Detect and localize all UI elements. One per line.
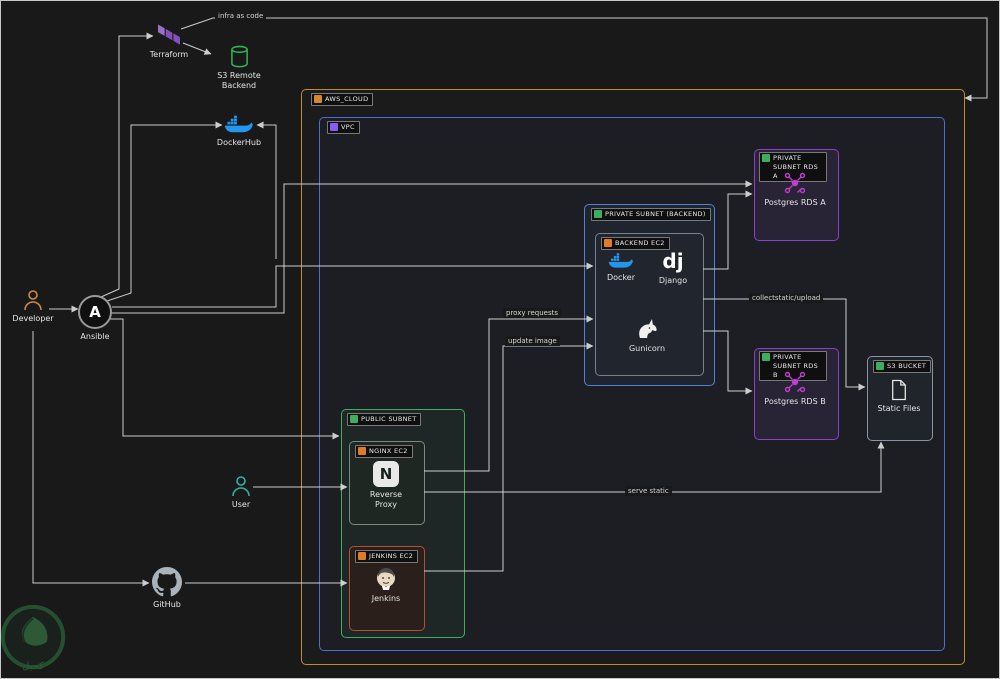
edge-ansible-public-subnet [109, 318, 340, 440]
ansible-label: Ansible [80, 332, 110, 341]
edge-label-infra-as-code: infra as code [215, 11, 267, 21]
subnet-icon [350, 415, 358, 423]
s3-bucket-label: S3 BUCKET [873, 360, 932, 373]
edge-nginx-s3-serve-static [424, 441, 885, 493]
reverse-proxy-node: N Reverse Proxy [360, 461, 412, 511]
backend-ec2-label: BACKEND EC2 [601, 237, 670, 250]
ansible-icon: A [78, 295, 112, 329]
postgres-rds-b-label: Postgres RDS B [764, 397, 826, 406]
public-subnet-label-text: PUBLIC SUBNET [361, 415, 417, 423]
dockerhub-icon [224, 113, 254, 135]
user-label: User [231, 500, 251, 509]
static-files-label: Static Files [877, 404, 921, 413]
django-label: Django [658, 276, 688, 285]
ec2-icon [358, 447, 366, 455]
s3-bucket-label-text: S3 BUCKET [887, 362, 927, 370]
edge-label-update-image: update image [505, 336, 560, 346]
edge-backend-rds-b [703, 330, 753, 395]
file-icon [890, 379, 908, 401]
terraform-icon [157, 23, 181, 47]
terraform-label: Terraform [149, 50, 189, 59]
jenkins-label: Jenkins [371, 594, 401, 603]
github-label: GitHub [153, 600, 181, 609]
subnet-icon [762, 154, 770, 162]
nginx-icon: N [373, 461, 399, 487]
vpc-icon [330, 123, 338, 131]
edge-developer-github [32, 331, 150, 587]
ansible-node: A Ansible [71, 295, 119, 342]
jenkins-ec2-label: JENKINS EC2 [355, 550, 419, 563]
vpc-label: VPC [327, 121, 360, 134]
s3-remote-backend-node: S3 Remote Backend [207, 45, 271, 92]
gunicorn-node: Gunicorn [621, 315, 673, 354]
edge-label-collectstatic-upload: collectstatic/upload [749, 293, 824, 303]
edge-ansible-terraform [100, 32, 154, 298]
edge-ansible-dockerhub [106, 121, 223, 302]
private-subnet-backend-label: PRIVATE SUBNET (BACKEND) [591, 208, 711, 221]
nginx-ec2-label-text: NGINX EC2 [369, 447, 408, 455]
edge-backend-rds-a [703, 190, 753, 270]
postgres-rds-a-node: Postgres RDS A [758, 171, 832, 208]
aws-cloud-label-text: AWS_CLOUD [325, 95, 369, 103]
edge-ansible-backend-ec2 [112, 262, 594, 308]
ec2-icon [358, 552, 366, 560]
developer-label: Developer [12, 314, 54, 323]
aws-cloud-icon [314, 95, 322, 103]
django-icon: dj [662, 249, 684, 273]
diagram-canvas: AWS_CLOUD VPC PRIVATE SUBNET (BACKEND) B… [0, 0, 1000, 679]
user-icon [231, 475, 251, 497]
github-icon [152, 567, 182, 597]
rds-b-icon [783, 370, 807, 394]
nginx-ec2-label: NGINX EC2 [355, 445, 413, 458]
terraform-node: Terraform [143, 23, 195, 60]
docker-icon [608, 251, 634, 270]
rds-a-icon [783, 171, 807, 195]
developer-node: Developer [11, 289, 55, 324]
postgres-rds-a-label: Postgres RDS A [764, 198, 826, 207]
dockerhub-node: DockerHub [205, 113, 273, 148]
s3-remote-backend-icon [230, 45, 249, 68]
watermark-logo: كحيل [1, 603, 73, 672]
edge-label-serve-static: serve static [625, 486, 672, 496]
jenkins-icon [374, 565, 398, 591]
docker-label: Docker [606, 273, 635, 282]
gunicorn-icon [634, 315, 660, 341]
subnet-icon [594, 210, 602, 218]
gunicorn-label: Gunicorn [628, 344, 666, 353]
aws-cloud-label: AWS_CLOUD [311, 93, 374, 106]
dockerhub-label: DockerHub [216, 138, 262, 147]
static-files-node: Static Files [873, 379, 925, 414]
jenkins-node: Jenkins [362, 565, 410, 604]
s3-icon [876, 362, 884, 370]
docker-node: Docker [597, 251, 645, 283]
jenkins-ec2-label-text: JENKINS EC2 [369, 552, 414, 560]
edge-label-proxy-requests: proxy requests [503, 308, 562, 318]
s3-remote-backend-label: S3 Remote Backend [217, 71, 261, 91]
postgres-rds-b-node: Postgres RDS B [758, 370, 832, 407]
github-node: GitHub [141, 567, 193, 610]
edge-jenkins-backend-update-image [424, 342, 594, 572]
reverse-proxy-label: Reverse Proxy [369, 490, 403, 510]
public-subnet-label: PUBLIC SUBNET [347, 413, 422, 426]
ec2-icon [604, 239, 612, 247]
backend-ec2-label-text: BACKEND EC2 [615, 239, 665, 247]
subnet-icon [762, 353, 770, 361]
django-node: dj Django [649, 249, 697, 286]
user-node: User [219, 475, 263, 510]
developer-icon [23, 289, 43, 311]
edge-terraform-aws-infra-as-code [180, 17, 988, 102]
vpc-label-text: VPC [341, 123, 355, 131]
private-subnet-backend-label-text: PRIVATE SUBNET (BACKEND) [605, 210, 706, 218]
